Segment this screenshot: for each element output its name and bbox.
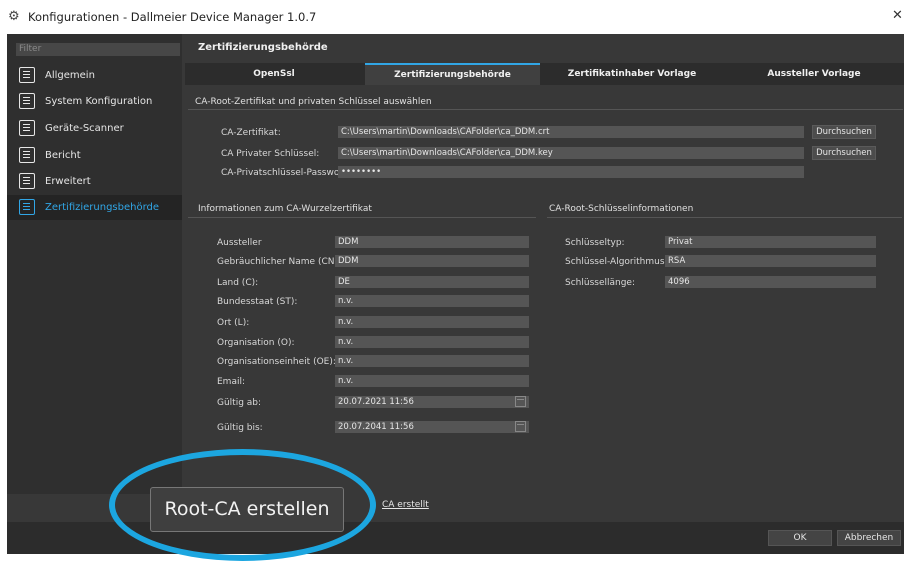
valid-from-field[interactable]: 20.07.2021 11:56 xyxy=(335,396,529,408)
info-value-field[interactable]: DDM xyxy=(335,255,529,267)
info-label: Email: xyxy=(217,377,246,387)
info-value-field[interactable]: n.v. xyxy=(335,295,529,307)
report-icon xyxy=(19,147,35,163)
key-info-label: Schlüssel-Algorithmus: xyxy=(565,257,668,267)
tab-openssl[interactable]: OpenSsl xyxy=(185,63,363,85)
sidebar-item-bericht[interactable]: Bericht xyxy=(7,143,182,168)
close-icon[interactable]: ✕ xyxy=(892,8,903,23)
browse-key-button[interactable]: Durchsuchen xyxy=(812,146,876,160)
tab-aussteller-vorlage[interactable]: Aussteller Vorlage xyxy=(724,63,904,85)
sidebar-item-label: System Konfiguration xyxy=(45,96,153,107)
info-value-field[interactable]: n.v. xyxy=(335,336,529,348)
divider xyxy=(547,217,902,218)
sidebar: Filter Allgemein System Konfiguration Ge… xyxy=(7,34,182,494)
divider xyxy=(188,109,903,110)
key-info-label: Schlüssellänge: xyxy=(565,278,635,288)
section-title-key-info: CA-Root-Schlüsselinformationen xyxy=(549,204,694,214)
divider xyxy=(188,217,536,218)
info-label: Organisationseinheit (OE): xyxy=(217,357,336,367)
page-title: Zertifizierungsbehörde xyxy=(198,42,328,53)
sidebar-item-allgemein[interactable]: Allgemein xyxy=(7,63,182,88)
sidebar-item-erweitert[interactable]: Erweitert xyxy=(7,169,182,194)
valid-from-label: Gültig ab: xyxy=(217,398,262,408)
section-title-ca-root: CA-Root-Zertifikat und privaten Schlüsse… xyxy=(195,97,432,107)
window-title: Konfigurationen - Dallmeier Device Manag… xyxy=(28,10,317,24)
ca-password-field[interactable]: •••••••• xyxy=(338,166,804,178)
info-value-field[interactable]: n.v. xyxy=(335,375,529,387)
ca-cert-field[interactable]: C:\Users\martin\Downloads\CAFolder\ca_DD… xyxy=(338,126,804,138)
sidebar-item-label: Bericht xyxy=(45,150,81,161)
sidebar-item-label: Allgemein xyxy=(45,70,95,81)
key-info-field[interactable]: Privat xyxy=(665,236,876,248)
info-label: Aussteller xyxy=(217,238,262,248)
sidebar-item-label: Zertifizierungsbehörde xyxy=(45,202,160,213)
tab-zertifikatinhaber-vorlage[interactable]: Zertifikatinhaber Vorlage xyxy=(542,63,722,85)
ca-cert-label: CA-Zertifikat: xyxy=(221,128,281,138)
ca-password-label: CA-Privatschlüssel-Passwort: xyxy=(221,168,350,178)
ca-created-link[interactable]: CA erstellt xyxy=(382,500,429,510)
info-label: Land (C): xyxy=(217,278,259,288)
filter-input[interactable]: Filter xyxy=(16,43,180,56)
info-value-field[interactable]: n.v. xyxy=(335,355,529,367)
calendar-icon[interactable] xyxy=(515,421,526,432)
valid-to-field[interactable]: 20.07.2041 11:56 xyxy=(335,421,529,433)
ca-key-label: CA Privater Schlüssel: xyxy=(221,149,320,159)
info-label: Gebräuchlicher Name (CN): xyxy=(217,257,342,267)
system-config-icon xyxy=(19,93,35,109)
section-title-info: Informationen zum CA-Wurzelzertifikat xyxy=(198,204,372,214)
ok-button[interactable]: OK xyxy=(768,530,832,546)
scanner-icon xyxy=(19,120,35,136)
highlight-ring xyxy=(109,449,376,561)
tab-bar: OpenSsl Zertifizierungsbehörde Zertifika… xyxy=(185,63,904,85)
certificate-icon xyxy=(19,199,35,215)
key-info-label: Schlüsseltyp: xyxy=(565,238,625,248)
valid-to-label: Gültig bis: xyxy=(217,423,263,433)
info-label: Ort (L): xyxy=(217,318,250,328)
sidebar-item-label: Erweitert xyxy=(45,176,91,187)
cancel-button[interactable]: Abbrechen xyxy=(837,530,901,546)
info-label: Organisation (O): xyxy=(217,338,295,348)
gear-icon: ⚙ xyxy=(8,9,20,24)
browse-cert-button[interactable]: Durchsuchen xyxy=(812,125,876,139)
key-info-field[interactable]: RSA xyxy=(665,255,876,267)
info-value-field[interactable]: DDM xyxy=(335,236,529,248)
sidebar-item-label: Geräte-Scanner xyxy=(45,123,124,134)
ca-key-field[interactable]: C:\Users\martin\Downloads\CAFolder\ca_DD… xyxy=(338,147,804,159)
sidebar-item-geraete-scanner[interactable]: Geräte-Scanner xyxy=(7,116,182,141)
sidebar-item-system-konfiguration[interactable]: System Konfiguration xyxy=(7,89,182,114)
title-bar: ⚙ Konfigurationen - Dallmeier Device Man… xyxy=(0,0,904,34)
sidebar-item-zertifizierungsbehoerde[interactable]: Zertifizierungsbehörde xyxy=(7,195,182,220)
info-label: Bundesstaat (ST): xyxy=(217,297,298,307)
settings-icon xyxy=(19,67,35,83)
key-info-field[interactable]: 4096 xyxy=(665,276,876,288)
advanced-icon xyxy=(19,173,35,189)
tab-zertifizierungsbehoerde[interactable]: Zertifizierungsbehörde xyxy=(365,63,540,85)
calendar-icon[interactable] xyxy=(515,396,526,407)
info-value-field[interactable]: n.v. xyxy=(335,316,529,328)
info-value-field[interactable]: DE xyxy=(335,276,529,288)
